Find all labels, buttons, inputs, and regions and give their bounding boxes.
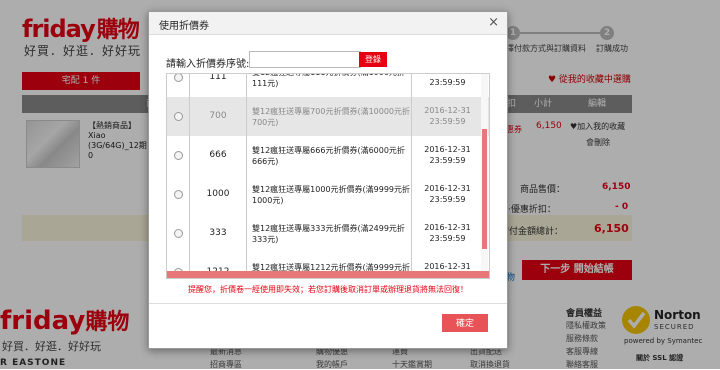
coupon-radio xyxy=(174,112,183,121)
modal-header: 使用折價券 × xyxy=(149,12,507,35)
close-icon[interactable]: × xyxy=(488,15,499,30)
coupon-list-footer-strip xyxy=(167,271,489,278)
coupon-radio[interactable] xyxy=(174,190,183,199)
coupon-desc: 雙12瘋狂送專屬666元折價券(滿6000元折666元) xyxy=(252,146,405,166)
coupon-row[interactable]: 666 雙12瘋狂送專屬666元折價券(滿6000元折666元) 2016-12… xyxy=(167,136,489,176)
coupon-row-disabled: 700 雙12瘋狂送專屬700元折價券(滿10000元折700元) 2016-1… xyxy=(167,97,489,137)
coupon-desc: 雙12瘋狂送專屬333元折價券(滿2499元折333元) xyxy=(252,224,405,244)
coupon-warning: 提醒您，折價卷一經使用即失效；若您訂購後取消訂單或辦理退貨將無法回復！ xyxy=(188,285,468,294)
coupon-code-input[interactable] xyxy=(249,51,361,68)
coupon-radio[interactable] xyxy=(174,229,183,238)
modal-divider xyxy=(149,303,507,304)
coupon-row[interactable]: 111 雙12瘋狂送專屬111元折價券(滿1000元折111元) 2016-12… xyxy=(167,74,489,98)
coupon-expiry: 2016-12-31 23:59:59 xyxy=(411,214,483,253)
register-coupon-button[interactable]: 登錄 xyxy=(359,52,387,67)
modal-title: 使用折價券 xyxy=(159,21,209,32)
coupon-expiry: 2016-12-31 23:59:59 xyxy=(411,97,483,136)
coupon-list: 111 雙12瘋狂送專屬111元折價券(滿1000元折111元) 2016-12… xyxy=(166,73,490,279)
coupon-row[interactable]: 1000 雙12瘋狂送專屬1000元折價券(滿9999元折1000元) 2016… xyxy=(167,175,489,215)
coupon-desc: 雙12瘋狂送專屬111元折價券(滿1000元折111元) xyxy=(252,74,405,88)
coupon-code: 666 xyxy=(189,136,247,175)
coupon-expiry: 2016-12-31 23:59:59 xyxy=(411,175,483,214)
coupon-desc: 雙12瘋狂送專屬700元折價券(滿10000元折700元) xyxy=(252,107,411,127)
coupon-code: 700 xyxy=(189,97,247,136)
coupon-radio[interactable] xyxy=(174,151,183,160)
coupon-modal: 使用折價券 × 請輸入折價券序號: 登錄 111 雙12瘋狂送專屬111元折價券… xyxy=(148,11,508,349)
coupon-expiry: 2016-12-31 23:59:59 xyxy=(411,74,483,97)
coupon-desc: 雙12瘋狂送專屬1000元折價券(滿9999元折1000元) xyxy=(252,185,411,205)
coupon-expiry: 2016-12-31 23:59:59 xyxy=(411,136,483,175)
coupon-list-scroll-thumb[interactable] xyxy=(482,129,487,249)
coupon-row[interactable]: 333 雙12瘋狂送專屬333元折價券(滿2499元折333元) 2016-12… xyxy=(167,214,489,254)
coupon-code: 1000 xyxy=(189,175,247,214)
coupon-code: 111 xyxy=(189,74,247,97)
confirm-button[interactable]: 確定 xyxy=(442,314,488,332)
coupon-radio[interactable] xyxy=(174,74,183,82)
coupon-code-label: 請輸入折價券序號: xyxy=(166,59,250,70)
coupon-code: 333 xyxy=(189,214,247,253)
